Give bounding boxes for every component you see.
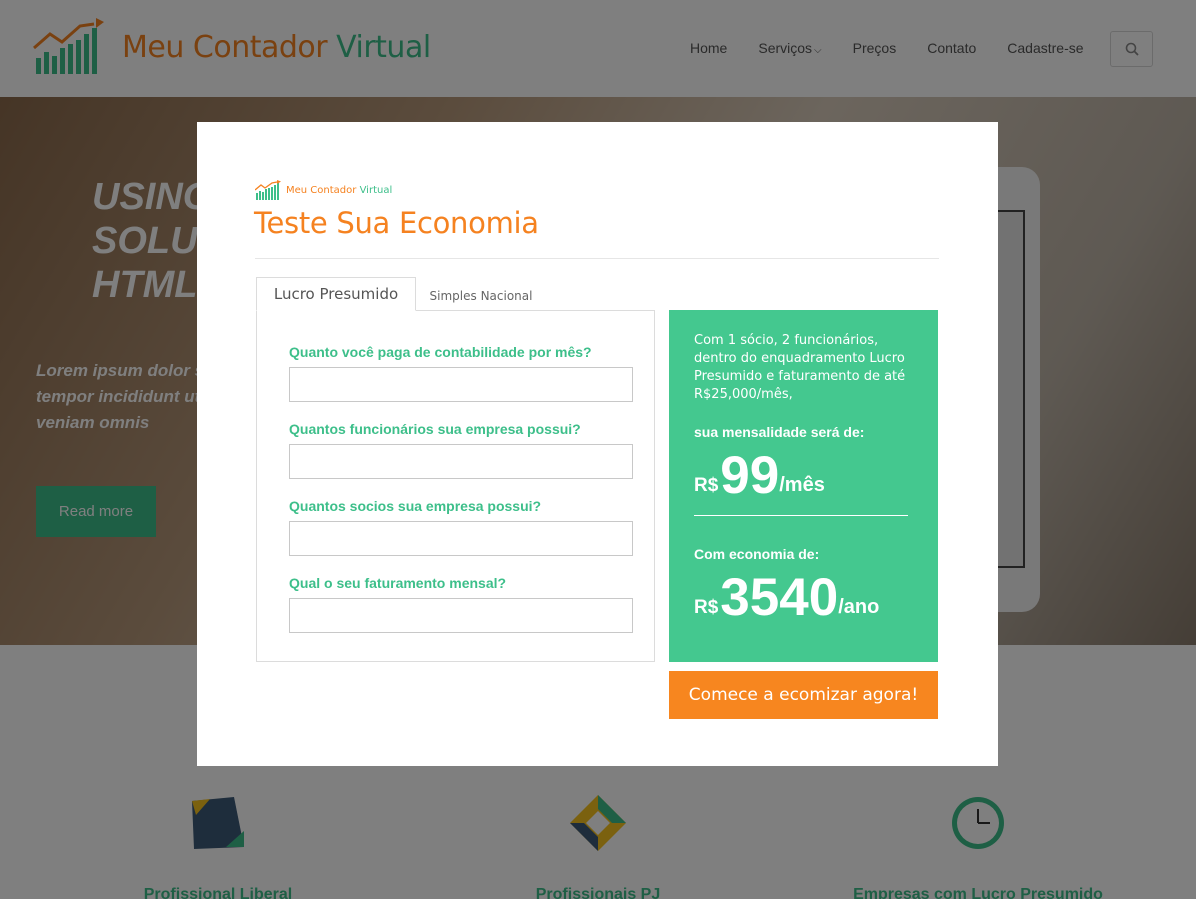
monthly-fee-unit: /mês bbox=[779, 474, 825, 496]
modal-divider bbox=[255, 258, 939, 259]
result-panel: Com 1 sócio, 2 funcionários, dentro do e… bbox=[669, 310, 938, 662]
modal-brand-word-1: Meu Contador bbox=[286, 184, 357, 196]
result-description: Com 1 sócio, 2 funcionários, dentro do e… bbox=[694, 333, 906, 402]
employees-label: Quantos funcionários sua empresa possui? bbox=[289, 421, 581, 437]
growth-chart-icon bbox=[255, 180, 281, 200]
accounting-cost-label: Quanto você paga de contabilidade por mê… bbox=[289, 344, 592, 360]
savings-label: Com economia de: bbox=[694, 546, 820, 562]
revenue-label: Qual o seu faturamento mensal? bbox=[289, 575, 507, 591]
start-saving-button[interactable]: Comece a ecomizar agora! bbox=[669, 671, 938, 719]
currency-label: R$ bbox=[694, 475, 719, 496]
savings-unit: /ano bbox=[838, 596, 880, 618]
modal-brand-text: Meu Contador Virtual bbox=[286, 185, 392, 196]
accounting-cost-input[interactable] bbox=[289, 367, 633, 402]
result-divider bbox=[694, 515, 908, 516]
partners-input[interactable] bbox=[289, 521, 633, 556]
tab-simples-nacional[interactable]: Simples Nacional bbox=[416, 277, 546, 310]
modal-brand-word-2: Virtual bbox=[359, 184, 393, 196]
modal-title: Teste Sua Economia bbox=[254, 206, 539, 240]
tab-lucro-presumido[interactable]: Lucro Presumido bbox=[256, 277, 416, 311]
currency-label: R$ bbox=[694, 597, 719, 618]
economy-modal: Meu Contador Virtual Teste Sua Economia … bbox=[197, 122, 998, 766]
revenue-input[interactable] bbox=[289, 598, 633, 633]
monthly-fee-value: R$ 99 /mês bbox=[694, 446, 825, 505]
savings-value: R$ 3540 /ano bbox=[694, 568, 880, 627]
savings-amount: 3540 bbox=[720, 568, 839, 627]
questions-form: Quanto você paga de contabilidade por mê… bbox=[256, 310, 655, 662]
partners-label: Quantos socios sua empresa possui? bbox=[289, 498, 542, 514]
employees-input[interactable] bbox=[289, 444, 633, 479]
modal-brand: Meu Contador Virtual bbox=[255, 180, 392, 200]
monthly-fee-label: sua mensalidade será de: bbox=[694, 424, 865, 440]
monthly-fee-amount: 99 bbox=[720, 446, 780, 505]
